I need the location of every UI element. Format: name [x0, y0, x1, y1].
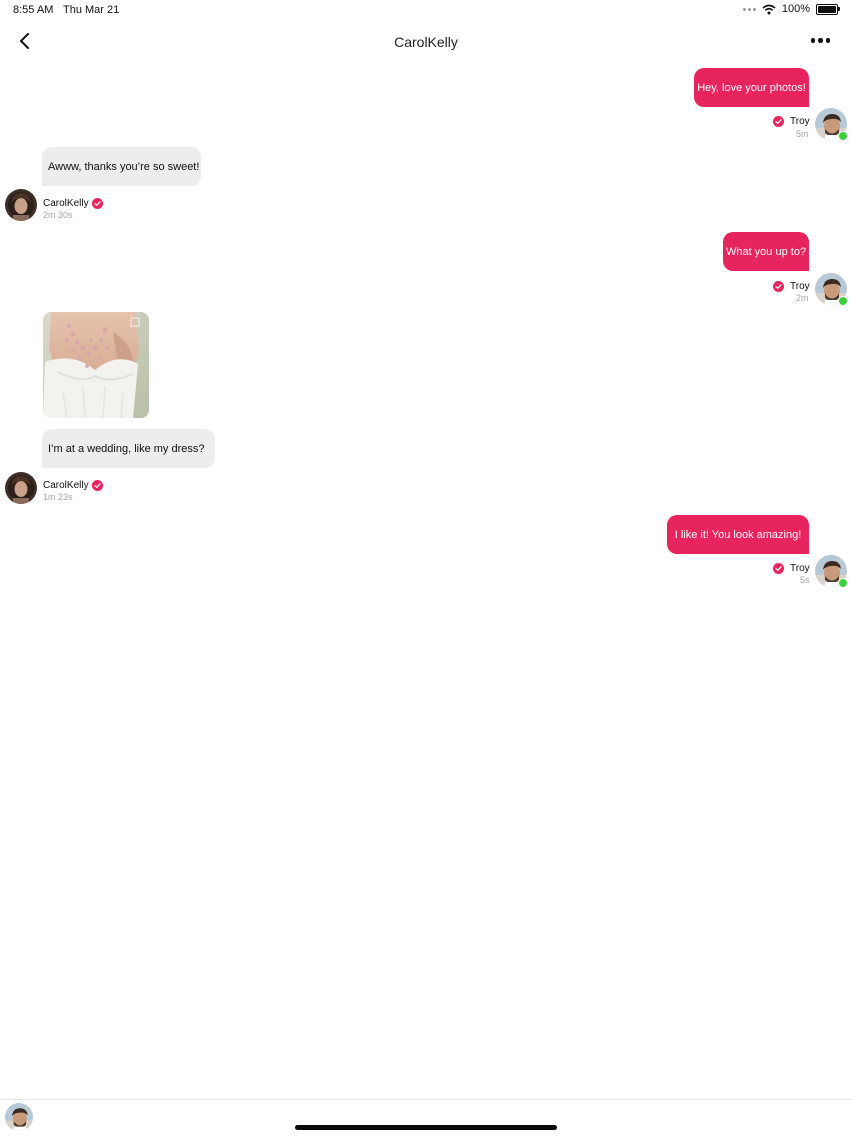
message-text: I’m at a wedding, like my dress? — [48, 442, 205, 455]
current-user-avatar[interactable] — [5, 1103, 33, 1131]
battery-icon — [816, 3, 840, 15]
carol-avatar-image — [5, 472, 37, 504]
message-time: 1m 23s — [43, 492, 73, 502]
sender-name: Troy — [790, 281, 810, 292]
battery-percent: 100% — [781, 3, 810, 15]
sender-name: Troy — [790, 563, 810, 574]
ellipsis-icon — [810, 38, 815, 43]
battery-fill — [818, 5, 836, 13]
avatar[interactable] — [5, 189, 37, 221]
message-text: Hey, love your photos! — [697, 81, 806, 94]
verified-badge-icon — [773, 563, 784, 574]
outgoing-message-bubble[interactable]: Hey, love your photos! — [694, 68, 809, 107]
verified-badge-icon — [773, 281, 784, 292]
sender-name: CarolKelly — [43, 198, 89, 209]
message-text: What you up to? — [725, 245, 807, 258]
incoming-message-bubble[interactable]: I’m at a wedding, like my dress? — [42, 429, 215, 468]
photo-message[interactable] — [43, 312, 149, 418]
more-button[interactable] — [810, 38, 830, 43]
online-indicator — [838, 296, 848, 306]
sender-name: CarolKelly — [43, 480, 89, 491]
status-right: 100% — [742, 3, 840, 15]
bottom-input-bar — [0, 1099, 852, 1137]
home-indicator[interactable] — [295, 1125, 557, 1130]
message-time: 2m — [796, 293, 809, 303]
troy-avatar-image — [5, 1103, 33, 1131]
status-date: Thu Mar 21 — [63, 4, 120, 16]
status-bar: 8:55 AM Thu Mar 21 100% — [0, 0, 852, 22]
message-time: 2m 30s — [43, 210, 73, 220]
outgoing-message-bubble[interactable]: I like it! You look amazing! — [667, 515, 809, 554]
message-text: I like it! You look amazing! — [674, 528, 802, 541]
wedding-dress-photo-image — [43, 312, 149, 418]
wifi-icon — [762, 4, 776, 14]
sender-name: Troy — [790, 116, 810, 127]
message-text: Awww, thanks you’re so sweet! — [48, 160, 200, 173]
outgoing-message-bubble[interactable]: What you up to? — [723, 232, 809, 271]
page-title: CarolKelly — [394, 34, 458, 50]
verified-badge-icon — [773, 116, 784, 127]
multitasking-dots-icon — [742, 7, 756, 11]
status-time: 8:55 AM — [13, 4, 54, 16]
avatar[interactable] — [5, 472, 37, 504]
verified-badge-icon — [92, 198, 103, 209]
incoming-message-bubble[interactable]: Awww, thanks you’re so sweet! — [42, 147, 201, 186]
message-time: 5s — [800, 575, 810, 585]
message-time: 5m — [796, 129, 809, 139]
carol-avatar-image — [5, 189, 37, 221]
online-indicator — [838, 578, 848, 588]
online-indicator — [838, 131, 848, 141]
nav-bar: CarolKelly — [0, 22, 852, 62]
verified-badge-icon — [92, 480, 103, 491]
